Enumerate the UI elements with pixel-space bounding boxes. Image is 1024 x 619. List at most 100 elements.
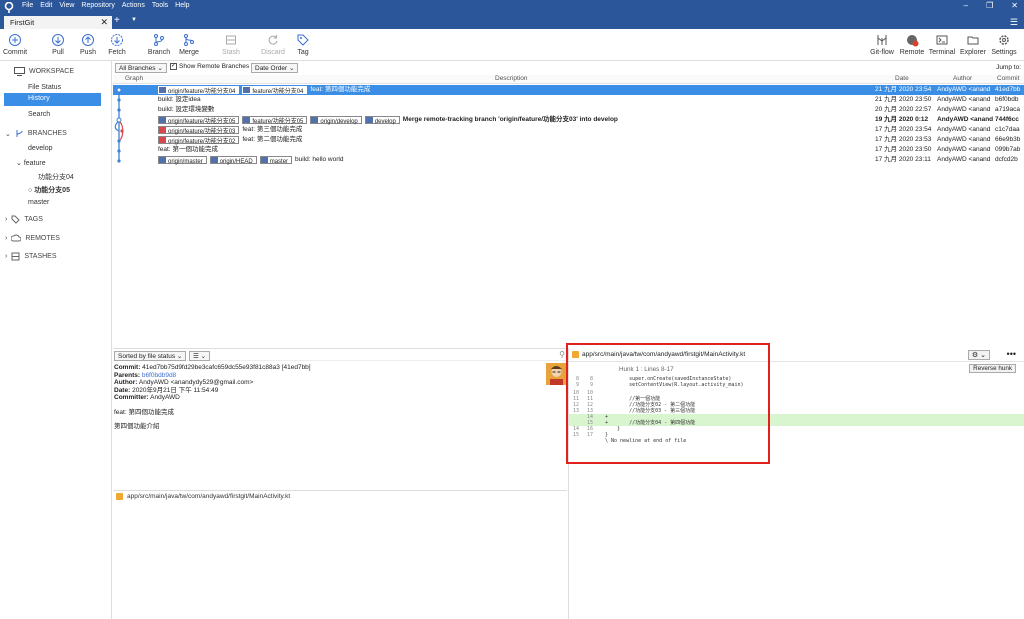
commit-row[interactable]: build: 設定環境變數 20 九月 2020 22:57 AndyAWD <an… (113, 105, 1024, 115)
remotes-header[interactable]: › REMOTES (5, 234, 60, 243)
fetch-button[interactable]: Fetch (106, 33, 128, 56)
sidebar-item-feature[interactable]: ⌄ feature (16, 159, 46, 167)
order-dropdown-value: Date Order (255, 65, 288, 72)
graph-node (116, 117, 122, 123)
new-tab-icon[interactable]: + (114, 15, 120, 26)
commit-row[interactable]: origin/feature/功能分支05 feature/功能分支05 origi… (113, 115, 1024, 125)
commit-row[interactable]: feat: 第一個功能完成 17 九月 2020 23:50 AndyAWD <an… (113, 145, 1024, 155)
col-author[interactable]: Author (953, 75, 972, 82)
commit-message: feat: 第四個功能完成 (310, 86, 371, 93)
chevron-down-icon: ⌄ (176, 353, 183, 360)
col-date[interactable]: Date (895, 75, 909, 82)
terminal-button[interactable]: Terminal (928, 33, 956, 56)
push-button[interactable]: Push (78, 33, 98, 56)
branch-ref-tag[interactable]: origin/master (158, 156, 207, 165)
commit-row[interactable]: origin/feature/功能分支04 feature/功能分支04 feat:… (113, 85, 1024, 95)
close-window-button[interactable]: ✕ (1011, 1, 1018, 10)
branch-button[interactable]: Branch (146, 33, 172, 56)
reverse-hunk-button[interactable]: Reverse hunk (969, 364, 1016, 373)
commit-row[interactable]: origin/feature/功能分支03 feat: 第三個功能完成 17 九月 … (113, 125, 1024, 135)
commit-row[interactable]: origin/feature/功能分支02 feat: 第二個功能完成 17 九月 … (113, 135, 1024, 145)
branch-ref-tag[interactable]: feature/功能分支04 (242, 86, 308, 95)
view-mode-dropdown[interactable]: ☰ ⌄ (189, 351, 211, 361)
commit-row[interactable]: origin/master origin/HEAD master build: hel… (113, 155, 1024, 165)
sidebar-item-history[interactable]: History (4, 93, 101, 106)
branch-ref-tag[interactable]: feature/功能分支05 (242, 116, 308, 125)
menu-edit[interactable]: Edit (40, 2, 52, 9)
commit-date: 17 九月 2020 23:50 (875, 146, 932, 153)
sidebar-item-master[interactable]: master (28, 199, 49, 206)
menu-file[interactable]: File (22, 2, 33, 9)
merge-button[interactable]: Merge (176, 33, 202, 56)
commit-date: 17 九月 2020 23:54 (875, 126, 932, 133)
tag-button[interactable]: Tag (295, 33, 311, 56)
remote-button[interactable]: Remote (899, 33, 925, 56)
sort-dropdown[interactable]: Sorted by file status ⌄ (114, 351, 187, 361)
menu-tools[interactable]: Tools (152, 2, 168, 9)
search-icon[interactable]: ⚲ (559, 350, 565, 359)
minimize-button[interactable]: – (964, 1, 968, 10)
branch-ref-tag[interactable]: origin/feature/功能分支04 (158, 86, 240, 95)
menu-actions[interactable]: Actions (122, 2, 145, 9)
commit-button[interactable]: Commit (2, 33, 28, 56)
branch-ref-tag[interactable]: origin/feature/功能分支02 (158, 136, 240, 145)
col-commit[interactable]: Commit (997, 75, 1019, 82)
branches-header[interactable]: ⌄ BRANCHES (5, 129, 67, 138)
branch-ref-tag[interactable]: origin/feature/功能分支05 (158, 116, 240, 125)
repo-tab[interactable]: FirstGit ✕ (4, 16, 112, 29)
branch-ref-tag[interactable]: master (259, 156, 293, 165)
col-description[interactable]: Description (495, 75, 528, 82)
close-tab-icon[interactable]: ✕ (100, 17, 108, 28)
commit-details: Commit: 41ed7bb75d9fd29be3cafc659dc55e93… (113, 362, 567, 490)
branches-dropdown[interactable]: All Branches ⌄ (115, 63, 167, 73)
changed-file-item[interactable]: app/src/main/java/tw/com/andyawd/firstgi… (116, 493, 290, 500)
sidebar-item-feature-05[interactable]: ○ 功能分支05 (28, 185, 70, 195)
commit-row[interactable]: build: 設定idea 21 九月 2020 23:50 AndyAWD <an… (113, 95, 1024, 105)
order-dropdown[interactable]: Date Order ⌄ (251, 63, 299, 73)
col-graph[interactable]: Graph (125, 75, 143, 82)
commit-message: feat: 第二個功能完成 (242, 136, 303, 143)
menu-view[interactable]: View (59, 2, 74, 9)
git-flow-button[interactable]: Git-flow (868, 33, 896, 56)
branch-ref-tag[interactable]: origin/feature/功能分支03 (158, 126, 240, 135)
stash-button[interactable]: Stash (220, 33, 242, 56)
workspace-header[interactable]: WORKSPACE (14, 67, 74, 76)
branch-icon (154, 34, 164, 46)
more-options-icon[interactable]: ••• (1007, 349, 1016, 359)
diff-options-dropdown[interactable]: ⚙ ⌄ (967, 350, 990, 360)
settings-button[interactable]: Settings (990, 33, 1018, 56)
commit-message: feat: 第三個功能完成 (242, 126, 303, 133)
branch-ref-icon (159, 157, 166, 163)
sidebar-item-file-status[interactable]: File Status (28, 84, 61, 91)
menu-repository[interactable]: Repository (81, 2, 114, 9)
commit-description: origin/feature/功能分支05 feature/功能分支05 origi… (158, 115, 618, 125)
tags-header[interactable]: › TAGS (5, 215, 43, 224)
branch-ref-tag[interactable]: origin/develop (310, 116, 362, 125)
stash-icon (11, 252, 20, 261)
branch-ref-icon (365, 117, 373, 123)
hamburger-menu-icon[interactable]: ☰ (1010, 17, 1018, 28)
sidebar-item-feature-04[interactable]: 功能分支04 (38, 172, 74, 182)
stashes-header[interactable]: › STASHES (5, 252, 57, 261)
commit-hash: 41ed7bb75d9fd29be3cafc659dc55e93f81c88a3… (142, 364, 311, 371)
parent-link[interactable]: b6f0bdb9d8 (142, 372, 176, 379)
stash-label: Stash (222, 49, 240, 56)
maximize-button[interactable]: ❐ (986, 1, 993, 10)
explorer-button[interactable]: Explorer (959, 33, 987, 56)
jump-to-label[interactable]: Jump to: (996, 64, 1021, 71)
avatar-image (546, 363, 567, 385)
discard-button[interactable]: Discard (260, 33, 286, 56)
tags-label: TAGS (24, 216, 43, 223)
branch-ref-label: origin/HEAD (219, 159, 253, 165)
push-label: Push (80, 49, 96, 56)
branch-ref-tag[interactable]: origin/HEAD (209, 156, 257, 165)
chevron-down-icon: ⌄ (5, 130, 11, 138)
branch-ref-tag[interactable]: develop (364, 116, 400, 125)
show-remote-branches-checkbox[interactable]: ✓ Show Remote Branches (170, 63, 249, 70)
pull-button[interactable]: Pull (48, 33, 68, 56)
file-list-toolbar: Sorted by file status ⌄ ☰ ⌄ ⚲ (113, 348, 567, 361)
menu-help[interactable]: Help (175, 2, 189, 9)
sidebar-item-search[interactable]: Search (28, 111, 50, 118)
tab-menu-chevron-down-icon[interactable]: ▼ (131, 17, 137, 23)
sidebar-item-develop[interactable]: develop (28, 145, 53, 152)
